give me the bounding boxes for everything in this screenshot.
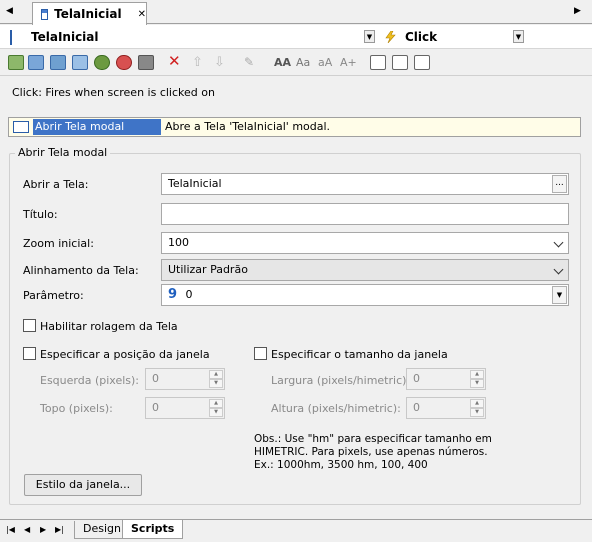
prev-page-icon[interactable]: ◀ [24, 525, 30, 534]
tab-scroll-right-icon[interactable]: ▶ [574, 6, 581, 16]
close-icon[interactable]: ✕ [138, 9, 146, 20]
posicao-label: Especificar a posição da janela [40, 348, 210, 361]
spin-down-icon: ▼ [470, 408, 484, 417]
spin-up-icon: ▲ [470, 399, 484, 408]
spin-up-icon: ▲ [470, 370, 484, 379]
action-list-row[interactable]: Abrir Tela modal Abre a Tela 'TelaInicia… [8, 117, 581, 137]
screen-action-icon[interactable] [50, 55, 66, 70]
abrir-tela-field[interactable]: TelaInicial ... [161, 173, 569, 195]
abrir-tela-value: TelaInicial [168, 177, 222, 190]
spin-down-icon: ▼ [470, 379, 484, 388]
largura-label: Largura (pixels/himetric): [271, 374, 411, 387]
edit-disabled-icon: ✎ [244, 55, 255, 69]
topo-spinner: 0 ▲ ▼ [145, 397, 225, 419]
view-tab-bar: |◀ ◀ ▶ ▶| Design Scripts [0, 519, 592, 542]
document-tab-bar: ◀ TelaInicial ✕ ▶ [0, 0, 592, 25]
number-type-icon: 9 [168, 287, 178, 302]
estilo-janela-button[interactable]: Estilo da janela... [24, 474, 142, 496]
screen-icon [41, 8, 49, 20]
insert-action-icon[interactable] [28, 55, 44, 70]
object-event-selector-row: TelaInicial ▼ Click ▼ [0, 25, 592, 49]
list-icon[interactable] [370, 55, 386, 70]
titulo-field[interactable] [161, 203, 569, 225]
first-page-icon[interactable]: |◀ [6, 525, 15, 534]
esquerda-label: Esquerda (pixels): [40, 374, 140, 387]
zoom-label: Zoom inicial: [23, 237, 94, 250]
next-page-icon[interactable]: ▶ [40, 525, 46, 534]
list-options-icon[interactable] [414, 55, 430, 70]
list-check-icon[interactable] [392, 55, 408, 70]
obs-line-2: HIMETRIC. Para pixels, use apenas número… [254, 446, 488, 458]
alinhamento-select[interactable]: Utilizar Padrão [161, 259, 569, 281]
abrir-tela-label: Abrir a Tela: [23, 178, 89, 191]
spin-up-icon: ▲ [209, 370, 223, 379]
find-icon[interactable]: AA [274, 55, 291, 70]
esquerda-value: 0 [152, 372, 159, 385]
largura-spinner: 0 ▲ ▼ [406, 368, 486, 390]
delete-icon[interactable]: ✕ [168, 54, 184, 69]
topo-label: Topo (pixels): [40, 402, 113, 415]
action-name[interactable]: Abrir Tela modal [33, 119, 161, 135]
tamanho-label: Especificar o tamanho da janela [271, 348, 448, 361]
tab-telainicial[interactable]: TelaInicial ✕ [32, 2, 147, 25]
obs-note: Obs.: Use "hm" para especificar tamanho … [254, 433, 492, 472]
spin-down-icon: ▼ [209, 408, 223, 417]
posicao-checkbox[interactable] [23, 347, 36, 360]
parametro-dropdown-arrow[interactable]: ▼ [552, 286, 567, 304]
zoom-select[interactable]: 100 [161, 232, 569, 254]
object-dropdown-arrow[interactable]: ▼ [364, 30, 375, 43]
event-description: Click: Fires when screen is clicked on [12, 86, 215, 99]
obs-line-1: Obs.: Use "hm" para especificar tamanho … [254, 433, 492, 445]
alinhamento-label: Alinhamento da Tela: [23, 264, 139, 277]
last-page-icon[interactable]: ▶| [55, 525, 64, 534]
move-down-disabled-icon: ⇩ [214, 55, 225, 70]
lightning-icon [383, 30, 398, 44]
browse-button[interactable]: ... [552, 175, 567, 193]
print-icon[interactable] [138, 55, 154, 70]
tamanho-checkbox[interactable] [254, 347, 267, 360]
add-action-icon[interactable] [8, 55, 24, 70]
screen-icon [10, 30, 12, 45]
altura-label: Altura (pixels/himetric): [271, 402, 401, 415]
altura-value: 0 [413, 401, 420, 414]
find-next-icon[interactable]: Aa [296, 55, 312, 70]
groupbox-title: Abrir Tela modal [15, 146, 111, 159]
largura-value: 0 [413, 372, 420, 385]
obs-line-3: Ex.: 1000hm, 3500 hm, 100, 400 [254, 459, 428, 471]
spin-down-icon: ▼ [209, 379, 223, 388]
replace-icon[interactable]: aA [318, 55, 334, 70]
event-selector[interactable]: Click [405, 30, 437, 44]
replace-all-icon[interactable]: A+ [340, 55, 357, 70]
move-down-icon[interactable] [94, 55, 110, 70]
script-toolbar: ✕ ⇧ ⇩ ✎ AA Aa aA A+ [0, 50, 592, 76]
object-selector[interactable]: TelaInicial [31, 30, 99, 44]
rolagem-checkbox[interactable] [23, 319, 36, 332]
parametro-label: Parâmetro: [23, 289, 84, 302]
tab-scroll-left-icon[interactable]: ◀ [6, 6, 13, 16]
record-icon[interactable] [116, 55, 132, 70]
action-description: Abre a Tela 'TelaInicial' modal. [165, 120, 331, 133]
parametro-value: 0 [185, 288, 193, 301]
esquerda-spinner: 0 ▲ ▼ [145, 368, 225, 390]
topo-value: 0 [152, 401, 159, 414]
picture-action-icon[interactable] [72, 55, 88, 70]
parametro-field[interactable]: 9 0 ▼ [161, 284, 569, 306]
move-up-icon: ⇧ [192, 55, 203, 70]
spin-up-icon: ▲ [209, 399, 223, 408]
event-dropdown-arrow[interactable]: ▼ [513, 30, 524, 43]
tab-scripts[interactable]: Scripts [122, 520, 184, 539]
altura-spinner: 0 ▲ ▼ [406, 397, 486, 419]
open-modal-icon [13, 121, 29, 133]
tab-title: TelaInicial [54, 7, 122, 21]
titulo-label: Título: [23, 208, 58, 221]
rolagem-label: Habilitar rolagem da Tela [40, 320, 178, 333]
